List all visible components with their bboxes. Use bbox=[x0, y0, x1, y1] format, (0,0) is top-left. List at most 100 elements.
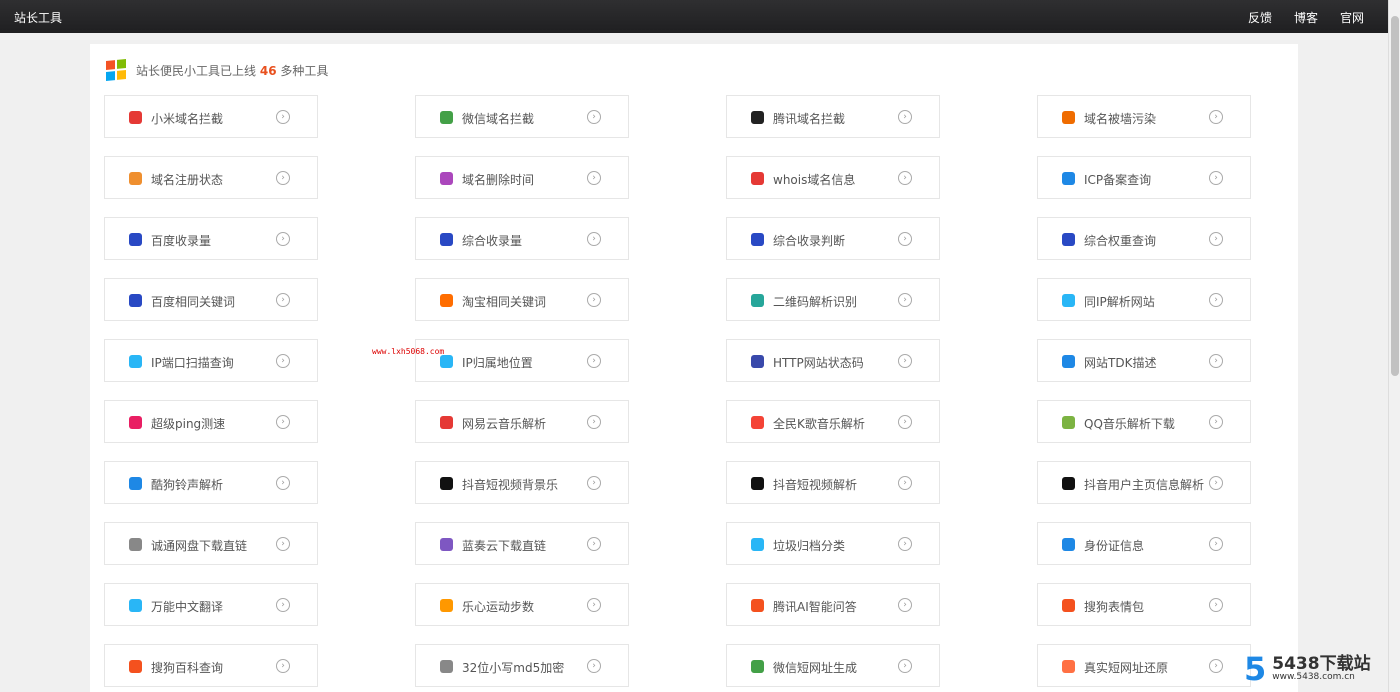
chevron-right-icon[interactable]: › bbox=[276, 659, 290, 673]
chevron-right-icon[interactable]: › bbox=[1209, 598, 1223, 612]
netease-music-icon bbox=[440, 416, 453, 429]
chevron-right-icon[interactable]: › bbox=[898, 476, 912, 490]
chevron-right-icon[interactable]: › bbox=[898, 659, 912, 673]
top-nav: 反馈 博客 官网 bbox=[1248, 9, 1364, 26]
wechat-icon bbox=[751, 660, 764, 673]
chevron-right-icon[interactable]: › bbox=[898, 110, 912, 124]
chevron-right-icon[interactable]: › bbox=[276, 171, 290, 185]
chevron-right-icon[interactable]: › bbox=[587, 598, 601, 612]
chevron-right-icon[interactable]: › bbox=[276, 293, 290, 307]
id-card-icon bbox=[1062, 538, 1075, 551]
tool-card[interactable]: 淘宝相同关键词 › bbox=[415, 278, 629, 321]
tool-card[interactable]: QQ音乐解析下载 › bbox=[1037, 400, 1251, 443]
chevron-right-icon[interactable]: › bbox=[587, 659, 601, 673]
tool-card[interactable]: 真实短网址还原 › bbox=[1037, 644, 1251, 687]
nav-feedback[interactable]: 反馈 bbox=[1248, 9, 1272, 26]
tool-card[interactable]: 二维码解析识别 › bbox=[726, 278, 940, 321]
tool-card[interactable]: 综合收录量 › bbox=[415, 217, 629, 260]
tool-card[interactable]: 32位小写md5加密 › bbox=[415, 644, 629, 687]
tool-card[interactable]: 微信短网址生成 › bbox=[726, 644, 940, 687]
tool-card[interactable]: 超级ping测速 › bbox=[104, 400, 318, 443]
chevron-right-icon[interactable]: › bbox=[1209, 232, 1223, 246]
tool-label: 同IP解析网站 bbox=[1084, 295, 1155, 309]
chevron-right-icon[interactable]: › bbox=[1209, 415, 1223, 429]
chevron-right-icon[interactable]: › bbox=[898, 598, 912, 612]
tool-card[interactable]: 搜狗百科查询 › bbox=[104, 644, 318, 687]
tool-card[interactable]: 腾讯AI智能问答 › bbox=[726, 583, 940, 626]
chevron-right-icon[interactable]: › bbox=[1209, 293, 1223, 307]
document-icon bbox=[1062, 355, 1075, 368]
tool-card[interactable]: ICP备案查询 › bbox=[1037, 156, 1251, 199]
chevron-right-icon[interactable]: › bbox=[276, 537, 290, 551]
brand-title[interactable]: 站长工具 bbox=[14, 9, 62, 26]
chevron-right-icon[interactable]: › bbox=[1209, 110, 1223, 124]
chevron-right-icon[interactable]: › bbox=[276, 415, 290, 429]
tools-panel: 站长便民小工具已上线 46 多种工具 小米域名拦截 › 微信域名拦截 › 腾讯域名拦截 ›… bbox=[90, 44, 1298, 692]
tool-card[interactable]: 腾讯域名拦截 › bbox=[726, 95, 940, 138]
tool-card[interactable]: 抖音短视频背景乐 › bbox=[415, 461, 629, 504]
chevron-right-icon[interactable]: › bbox=[898, 232, 912, 246]
tool-card[interactable]: 抖音短视频解析 › bbox=[726, 461, 940, 504]
chevron-right-icon[interactable]: › bbox=[587, 110, 601, 124]
tool-card[interactable]: 百度相同关键词 › bbox=[104, 278, 318, 321]
tool-card[interactable]: 蓝奏云下载直链 › bbox=[415, 522, 629, 565]
tool-card[interactable]: 域名注册状态 › bbox=[104, 156, 318, 199]
page-scrollbar[interactable] bbox=[1388, 0, 1400, 692]
chevron-right-icon[interactable]: › bbox=[587, 415, 601, 429]
tool-card[interactable]: 垃圾归档分类 › bbox=[726, 522, 940, 565]
tool-label: 网易云音乐解析 bbox=[462, 417, 547, 431]
chevron-right-icon[interactable]: › bbox=[587, 293, 601, 307]
chevron-right-icon[interactable]: › bbox=[898, 293, 912, 307]
tool-card[interactable]: 酷狗铃声解析 › bbox=[104, 461, 318, 504]
nav-official-site[interactable]: 官网 bbox=[1340, 9, 1364, 26]
tool-card[interactable]: 乐心运动步数 › bbox=[415, 583, 629, 626]
chevron-right-icon[interactable]: › bbox=[1209, 354, 1223, 368]
tool-card[interactable]: 域名删除时间 › bbox=[415, 156, 629, 199]
tool-card[interactable]: HTTP网站状态码 › bbox=[726, 339, 940, 382]
chevron-right-icon[interactable]: › bbox=[587, 476, 601, 490]
chevron-right-icon[interactable]: › bbox=[276, 232, 290, 246]
chevron-right-icon[interactable]: › bbox=[1209, 537, 1223, 551]
chevron-right-icon[interactable]: › bbox=[587, 537, 601, 551]
chevron-right-icon[interactable]: › bbox=[898, 415, 912, 429]
tool-card[interactable]: 诚通网盘下载直链 › bbox=[104, 522, 318, 565]
chevron-right-icon[interactable]: › bbox=[276, 598, 290, 612]
tool-card[interactable]: 域名被墙污染 › bbox=[1037, 95, 1251, 138]
tool-card[interactable]: IP端口扫描查询 › bbox=[104, 339, 318, 382]
chevron-right-icon[interactable]: › bbox=[276, 354, 290, 368]
tool-label: 域名被墙污染 bbox=[1084, 112, 1157, 126]
watermark-title: 5438下载站 bbox=[1272, 653, 1371, 674]
chevron-right-icon[interactable]: › bbox=[1209, 171, 1223, 185]
tool-card[interactable]: 全民K歌音乐解析 › bbox=[726, 400, 940, 443]
tool-card[interactable]: 综合权重查询 › bbox=[1037, 217, 1251, 260]
chevron-right-icon[interactable]: › bbox=[587, 232, 601, 246]
shield-icon bbox=[1062, 172, 1075, 185]
chevron-right-icon[interactable]: › bbox=[587, 354, 601, 368]
tool-card[interactable]: 搜狗表情包 › bbox=[1037, 583, 1251, 626]
chevron-right-icon[interactable]: › bbox=[898, 171, 912, 185]
chevron-right-icon[interactable]: › bbox=[1209, 659, 1223, 673]
tool-card[interactable]: whois域名信息 › bbox=[726, 156, 940, 199]
tool-card[interactable]: 百度收录量 › bbox=[104, 217, 318, 260]
tool-card[interactable]: 身份证信息 › bbox=[1037, 522, 1251, 565]
tool-card[interactable]: 抖音用户主页信息解析 › bbox=[1037, 461, 1251, 504]
nav-blog[interactable]: 博客 bbox=[1294, 9, 1318, 26]
tool-card[interactable]: 微信域名拦截 › bbox=[415, 95, 629, 138]
chevron-right-icon[interactable]: › bbox=[898, 537, 912, 551]
tool-label: 蓝奏云下载直链 bbox=[462, 539, 547, 553]
wechat-icon bbox=[440, 111, 453, 124]
tool-card[interactable]: 同IP解析网站 › bbox=[1037, 278, 1251, 321]
tool-card[interactable]: IP归属地位置 › bbox=[415, 339, 629, 382]
tool-card[interactable]: 综合收录判断 › bbox=[726, 217, 940, 260]
chevron-right-icon[interactable]: › bbox=[276, 110, 290, 124]
tool-card[interactable]: 网站TDK描述 › bbox=[1037, 339, 1251, 382]
scrollbar-thumb[interactable] bbox=[1391, 16, 1399, 376]
chevron-right-icon[interactable]: › bbox=[898, 354, 912, 368]
chevron-right-icon[interactable]: › bbox=[276, 476, 290, 490]
tool-label: IP归属地位置 bbox=[462, 356, 533, 370]
chevron-right-icon[interactable]: › bbox=[587, 171, 601, 185]
tool-card[interactable]: 小米域名拦截 › bbox=[104, 95, 318, 138]
tool-card[interactable]: 万能中文翻译 › bbox=[104, 583, 318, 626]
tool-card[interactable]: 网易云音乐解析 › bbox=[415, 400, 629, 443]
chevron-right-icon[interactable]: › bbox=[1209, 476, 1223, 490]
